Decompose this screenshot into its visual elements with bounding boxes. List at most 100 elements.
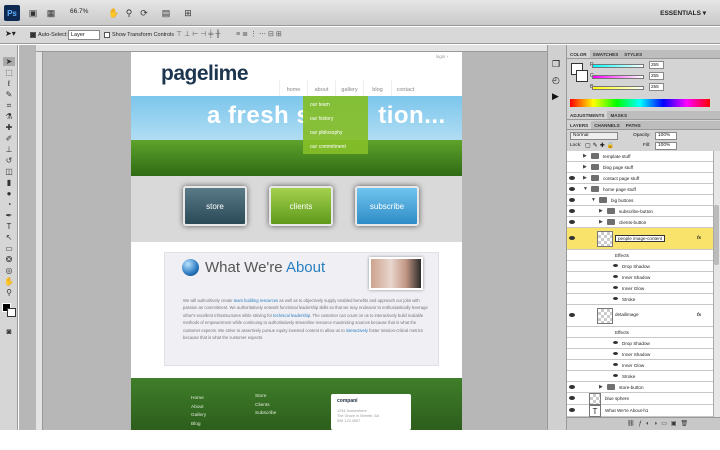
zoom-tool-panel-icon[interactable]: ⚲ (3, 288, 15, 297)
eyedropper-tool-icon[interactable]: ⚗ (3, 112, 15, 121)
hand-tool-panel-icon[interactable]: ✋ (3, 277, 15, 286)
tab-masks[interactable]: MASKS (607, 111, 630, 119)
red-slider[interactable] (592, 64, 644, 68)
background-color-swatch[interactable] (7, 308, 16, 317)
history-panel-icon[interactable]: ◴ (552, 75, 560, 86)
eye-icon[interactable] (569, 385, 575, 389)
eye-icon[interactable] (569, 236, 575, 240)
tab-paths[interactable]: PATHS (623, 121, 644, 129)
move-tool-preset-icon[interactable]: ➤▾ (5, 29, 16, 38)
tab-color[interactable]: COLOR (567, 50, 590, 58)
tab-adjustments[interactable]: ADJUSTMENTS (567, 111, 608, 119)
3d-panel-icon[interactable]: ❒ (552, 59, 560, 70)
eye-icon[interactable] (569, 408, 575, 412)
eye-icon[interactable] (569, 176, 575, 180)
auto-select-checkbox[interactable] (30, 32, 36, 38)
actions-panel-icon[interactable]: ▶ (552, 91, 559, 102)
layer-row[interactable]: ▶ subscribe-button (567, 206, 713, 217)
layer-row[interactable]: ▶ blog page stuff (567, 162, 713, 173)
dodge-tool-icon[interactable]: ◔ (3, 200, 15, 209)
align-icons[interactable]: ⊤⊥⊢⊣╪╫ (176, 30, 222, 38)
blur-tool-icon[interactable]: ● (3, 189, 15, 198)
effect-row[interactable]: Drop Shadow (567, 338, 713, 349)
color-background-swatch[interactable] (576, 70, 588, 82)
eye-icon[interactable] (569, 187, 575, 191)
green-value[interactable]: 255 (649, 72, 664, 80)
layer-row-selected[interactable]: people image-content fx (567, 228, 713, 250)
layer-row[interactable]: ▼ home page stuff (567, 184, 713, 195)
fill-field[interactable]: 100% (655, 142, 677, 150)
quick-select-tool-icon[interactable]: ✎ (3, 90, 15, 99)
type-tool-icon[interactable]: T (3, 222, 15, 231)
opacity-field[interactable]: 100% (655, 132, 677, 140)
layer-row[interactable]: ▼ big buttons (567, 195, 713, 206)
gradient-tool-icon[interactable]: ▮ (3, 178, 15, 187)
extras-icon[interactable]: ⊞ (180, 6, 196, 20)
tab-channels[interactable]: CHANNELS (591, 121, 623, 129)
tab-swatches[interactable]: SWATCHES (590, 50, 622, 58)
green-slider[interactable] (592, 75, 644, 79)
effect-row[interactable]: Inner Glow (567, 283, 713, 294)
arrange-documents-icon[interactable]: ▦ (44, 6, 58, 20)
3d-orbit-icon[interactable]: ◎ (3, 266, 15, 275)
eye-icon[interactable] (569, 209, 575, 213)
tab-layers[interactable]: LAYERS (567, 121, 592, 129)
eye-icon[interactable] (569, 313, 575, 317)
eye-icon[interactable] (613, 363, 618, 366)
eraser-tool-icon[interactable]: ◫ (3, 167, 15, 176)
eye-icon[interactable] (613, 352, 618, 355)
eye-icon[interactable] (613, 341, 618, 344)
effect-row[interactable]: Drop Shadow (567, 261, 713, 272)
effect-row[interactable]: Inner Glow (567, 360, 713, 371)
eye-icon[interactable] (613, 297, 618, 300)
layer-name-edit[interactable]: people image-content (615, 235, 666, 242)
effect-row[interactable]: Inner Shadow (567, 349, 713, 360)
hand-tool-icon[interactable]: ✋ (108, 6, 120, 20)
rotate-view-icon[interactable]: ⟳ (138, 6, 150, 20)
move-tool-icon[interactable]: ➤ (3, 57, 15, 66)
bridge-icon[interactable]: ▣ (26, 6, 40, 20)
layer-row[interactable]: blue sphere (567, 393, 713, 405)
layer-row[interactable]: ▶ template stuff (567, 151, 713, 162)
lasso-tool-icon[interactable]: ℓ (3, 79, 15, 88)
effect-row[interactable]: Stroke (567, 371, 713, 382)
layers-scrollbar[interactable] (713, 151, 720, 417)
healing-brush-icon[interactable]: ✚ (3, 123, 15, 132)
lock-icons[interactable]: ▢✎✚🔒 (585, 142, 616, 149)
eye-icon[interactable] (613, 264, 618, 267)
brush-tool-icon[interactable]: ✐ (3, 134, 15, 143)
eye-icon[interactable] (569, 220, 575, 224)
zoom-tool-icon[interactable]: ⚲ (123, 6, 135, 20)
layer-row[interactable]: ▶ contact page stuff (567, 173, 713, 184)
effect-row[interactable]: Stroke (567, 294, 713, 305)
layer-row[interactable]: T What We're About-h1 (567, 405, 713, 417)
3d-rotate-icon[interactable]: ❂ (3, 255, 15, 264)
effect-row[interactable]: Inner Shadow (567, 272, 713, 283)
auto-select-dropdown[interactable]: Layer (68, 30, 100, 40)
red-value[interactable]: 255 (649, 61, 664, 69)
distribute-icons[interactable]: ≡≣⋮⋯⊟⊞ (236, 30, 284, 38)
layer-action-icons[interactable]: ⛓ƒ◐◑▭▣🗑 (627, 420, 692, 427)
eye-icon[interactable] (613, 374, 618, 377)
eye-icon[interactable] (613, 275, 618, 278)
eye-icon[interactable] (569, 396, 575, 400)
layer-row[interactable]: detailimage fx (567, 305, 713, 327)
eye-icon[interactable] (569, 198, 575, 202)
effect-row[interactable]: Effects (567, 250, 713, 261)
blend-mode-select[interactable]: Normal (570, 132, 618, 140)
blue-value[interactable]: 255 (649, 83, 664, 91)
layers-scroll-thumb[interactable] (714, 205, 719, 265)
path-selection-icon[interactable]: ↖ (3, 233, 15, 242)
screen-mode-icon[interactable]: ▤ (158, 6, 174, 20)
document-canvas[interactable]: pagelime login › home about gallery blog… (131, 52, 462, 430)
effect-row[interactable]: Effects (567, 327, 713, 338)
history-brush-icon[interactable]: ↺ (3, 156, 15, 165)
quick-mask-icon[interactable]: ◙ (3, 327, 15, 336)
layer-row[interactable]: ▶ clients-button (567, 217, 713, 228)
workspace-switcher[interactable]: ESSENTIALS ▾ (660, 9, 706, 17)
clone-stamp-icon[interactable]: ⊥ (3, 145, 15, 154)
zoom-level[interactable]: 66.7% (70, 8, 88, 15)
marquee-tool-icon[interactable]: ⬚ (3, 68, 15, 77)
pen-tool-icon[interactable]: ✒ (3, 211, 15, 220)
blue-slider[interactable] (592, 86, 644, 90)
